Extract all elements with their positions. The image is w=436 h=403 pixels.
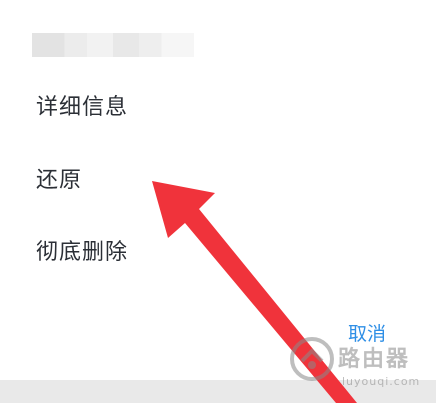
router-logo-icon bbox=[290, 337, 334, 381]
watermark-url: luyouqi.com bbox=[342, 375, 421, 388]
watermark: 路由器 luyouqi.com bbox=[286, 329, 426, 399]
watermark-name: 路由器 bbox=[338, 347, 411, 372]
